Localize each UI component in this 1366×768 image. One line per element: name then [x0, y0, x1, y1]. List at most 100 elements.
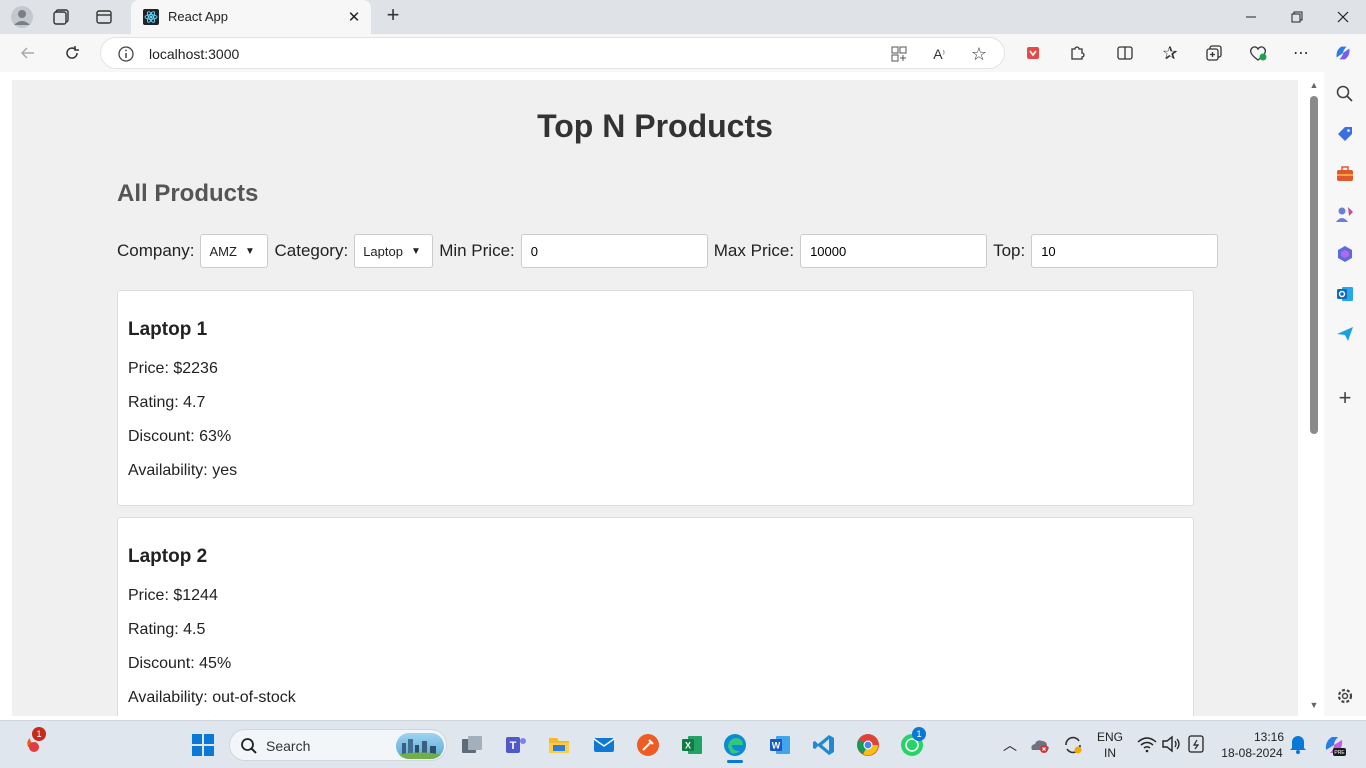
- tools-briefcase-icon[interactable]: [1335, 164, 1355, 184]
- page-scrollbar[interactable]: ▲ ▼: [1306, 76, 1322, 714]
- product-rating: Rating: 4.5: [128, 621, 206, 638]
- copilot-pre-icon[interactable]: PRE: [1322, 733, 1346, 757]
- collections-icon[interactable]: [1204, 43, 1224, 63]
- microsoft-365-icon[interactable]: [1335, 244, 1355, 264]
- product-name: Laptop 1: [128, 319, 208, 340]
- whatsapp-icon[interactable]: 1: [900, 727, 926, 757]
- task-view-icon[interactable]: [460, 733, 484, 757]
- taskbar-search-box[interactable]: Search: [229, 729, 447, 761]
- send-icon[interactable]: [1335, 324, 1355, 344]
- top-label: Top:: [993, 241, 1026, 260]
- language-code: ENG: [1096, 730, 1123, 744]
- product-discount: Discount: 45%: [128, 655, 232, 672]
- tab-title: React App: [168, 9, 228, 24]
- filter-bar: Company: AMZ ▼ Category: Laptop ▼ Min Pr…: [117, 234, 1224, 268]
- notification-bell-icon[interactable]: [1288, 733, 1312, 757]
- whatsapp-badge: 1: [912, 727, 926, 741]
- product-price: Price: $2236: [128, 360, 218, 377]
- page-viewport: Top N Products All Products Company: AMZ…: [4, 72, 1324, 716]
- max-price-input[interactable]: [800, 234, 988, 268]
- shopping-tag-icon[interactable]: [1335, 124, 1355, 144]
- onedrive-icon[interactable]: [1028, 733, 1052, 757]
- read-aloud-icon[interactable]: A ⁾: [929, 44, 949, 64]
- product-availability: Availability: out-of-stock: [128, 689, 296, 706]
- category-select-value: Laptop: [363, 243, 403, 259]
- vertical-tabs-icon[interactable]: [92, 5, 116, 29]
- sync-icon[interactable]: [1061, 733, 1085, 757]
- company-label: Company:: [117, 241, 195, 260]
- windows-start-icon[interactable]: [191, 733, 215, 757]
- chrome-icon[interactable]: [856, 733, 880, 757]
- min-price-label: Min Price:: [439, 241, 515, 260]
- language-indicator[interactable]: ENG IN: [1094, 730, 1126, 760]
- active-tab[interactable]: React App ✕: [131, 0, 371, 34]
- svg-text:W: W: [772, 741, 781, 751]
- profile-icon[interactable]: [10, 5, 34, 29]
- product-card: Laptop 1 Price: $2236 Rating: 4.7 Discou…: [117, 290, 1194, 506]
- scroll-thumb[interactable]: [1310, 96, 1318, 434]
- refresh-icon[interactable]: [59, 41, 85, 65]
- volume-icon[interactable]: [1160, 733, 1184, 757]
- browser-toolbar: localhost:3000 A ⁾ ☆ ✰ ⋯: [0, 34, 1366, 72]
- svg-text:PRE: PRE: [1334, 750, 1345, 756]
- show-hidden-icons-icon[interactable]: ︿: [998, 733, 1022, 757]
- search-highlight-image: [396, 733, 444, 759]
- top-n-input[interactable]: [1031, 234, 1219, 268]
- vscode-icon[interactable]: [812, 733, 836, 757]
- close-tab-icon[interactable]: ✕: [345, 8, 363, 26]
- outlook-icon[interactable]: [1335, 284, 1355, 304]
- search-icon: [240, 737, 258, 755]
- scroll-down-icon[interactable]: ▼: [1309, 700, 1319, 710]
- extensions-puzzle-icon[interactable]: [1067, 43, 1087, 63]
- restore-icon[interactable]: [1274, 0, 1320, 34]
- postman-icon[interactable]: [636, 733, 660, 757]
- min-price-input[interactable]: [520, 234, 708, 268]
- site-info-icon[interactable]: [117, 45, 135, 63]
- copilot-icon[interactable]: [1333, 43, 1353, 63]
- clock-date: 18-08-2024: [1221, 746, 1283, 760]
- excel-icon[interactable]: X: [680, 733, 704, 757]
- extension-shield-icon[interactable]: [1023, 43, 1043, 63]
- section-title: All Products: [117, 180, 259, 207]
- close-window-icon[interactable]: [1320, 0, 1366, 34]
- more-options-icon[interactable]: ⋯: [1291, 43, 1311, 63]
- minimize-icon[interactable]: [1228, 0, 1274, 34]
- clock[interactable]: 13:16 18-08-2024: [1214, 730, 1290, 760]
- search-placeholder: Search: [266, 738, 311, 754]
- browser-essentials-icon[interactable]: [1248, 43, 1268, 63]
- product-rating: Rating: 4.7: [128, 394, 206, 411]
- settings-gear-icon[interactable]: [1335, 686, 1355, 706]
- workspaces-icon[interactable]: [50, 5, 74, 29]
- chevron-down-icon: ▼: [410, 245, 421, 257]
- company-select[interactable]: AMZ ▼: [200, 234, 269, 268]
- weather-widget-icon[interactable]: 1: [22, 727, 46, 755]
- new-tab-icon[interactable]: +: [381, 4, 405, 28]
- word-icon[interactable]: W: [768, 733, 792, 757]
- favorites-icon[interactable]: ✰: [1160, 43, 1180, 63]
- category-label: Category:: [274, 241, 349, 260]
- clock-time: 13:16: [1253, 730, 1284, 744]
- edge-sidebar: +: [1324, 72, 1366, 716]
- edge-browser-icon[interactable]: [723, 733, 747, 763]
- category-select[interactable]: Laptop ▼: [354, 234, 434, 268]
- teams-icon[interactable]: T: [504, 733, 528, 757]
- address-bar[interactable]: localhost:3000 A ⁾ ☆: [100, 37, 1005, 69]
- page-title: Top N Products: [537, 108, 773, 144]
- games-icon[interactable]: [1335, 204, 1355, 224]
- search-icon[interactable]: [1335, 84, 1355, 104]
- add-sidebar-app-icon[interactable]: +: [1335, 387, 1355, 409]
- wifi-icon[interactable]: [1136, 733, 1160, 757]
- back-arrow-icon[interactable]: [15, 41, 41, 65]
- notification-badge: 1: [32, 727, 46, 741]
- app-available-icon[interactable]: [889, 44, 909, 64]
- favorite-star-icon[interactable]: ☆: [969, 44, 989, 64]
- product-price: Price: $1244: [128, 587, 218, 604]
- windows-taskbar: 1 Search T X W 1 ︿ ENG IN 13:16 18-08-20…: [0, 720, 1366, 768]
- url-text[interactable]: localhost:3000: [149, 46, 239, 62]
- split-screen-icon[interactable]: [1115, 43, 1135, 63]
- mail-icon[interactable]: [592, 733, 616, 757]
- file-explorer-icon[interactable]: [547, 733, 571, 757]
- battery-icon[interactable]: [1185, 733, 1209, 757]
- scroll-up-icon[interactable]: ▲: [1309, 80, 1319, 90]
- react-logo-icon: [143, 9, 159, 25]
